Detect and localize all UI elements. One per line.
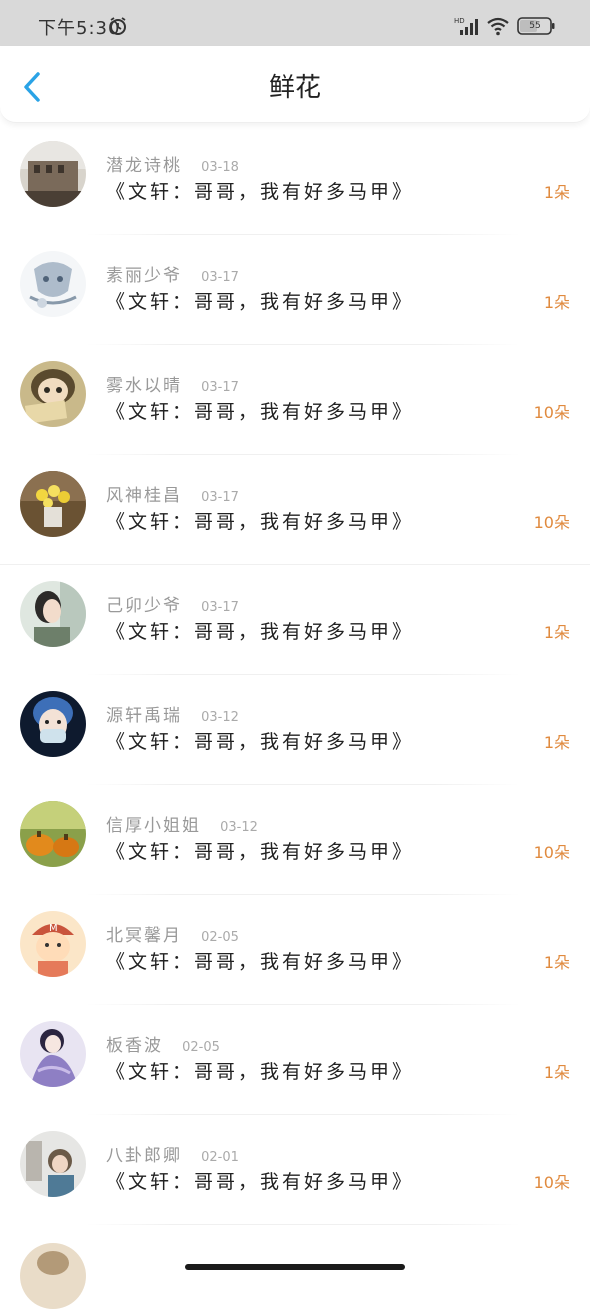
flower-count: 1朵 — [543, 1063, 570, 1082]
avatar[interactable]: M — [20, 911, 86, 977]
flower-count: 1朵 — [543, 623, 570, 642]
flower-list: 潜龙诗桃 03-18 《文轩：哥哥，我有好多马甲》 1朵 素丽少爷 03-17 … — [0, 125, 590, 1225]
item-meta: 素丽少爷 03-17 — [106, 261, 239, 286]
list-item[interactable]: 板香波 02-05 《文轩：哥哥，我有好多马甲》 1朵 — [0, 1005, 590, 1115]
username[interactable]: 己卯少爷 — [106, 596, 182, 616]
flower-count: 10朵 — [533, 513, 570, 532]
list-item[interactable]: 雾水以晴 03-17 《文轩：哥哥，我有好多马甲》 10朵 — [0, 345, 590, 455]
avatar[interactable] — [20, 361, 86, 427]
divider — [86, 1224, 520, 1225]
date: 03-18 — [201, 160, 239, 175]
page-title: 鲜花 — [268, 73, 321, 103]
username[interactable]: 素丽少爷 — [106, 266, 182, 286]
date: 03-12 — [220, 820, 258, 835]
list-item[interactable]: 风神桂昌 03-17 《文轩：哥哥，我有好多马甲》 10朵 — [0, 455, 590, 565]
username[interactable]: 八卦郎卿 — [106, 1146, 182, 1166]
book-title[interactable]: 《文轩：哥哥，我有好多马甲》 — [106, 177, 414, 204]
username[interactable]: 北冥馨月 — [106, 926, 182, 946]
avatar[interactable] — [20, 691, 86, 757]
flower-count: 10朵 — [533, 843, 570, 862]
flower-count: 1朵 — [543, 953, 570, 972]
list-item[interactable]: M 北冥馨月 02-05 《文轩：哥哥，我有好多马甲》 1朵 — [0, 895, 590, 1005]
username[interactable]: 雾水以晴 — [106, 376, 182, 396]
item-meta: 己卯少爷 03-17 — [106, 591, 239, 616]
book-title[interactable]: 《文轩：哥哥，我有好多马甲》 — [106, 1057, 414, 1084]
book-title[interactable]: 《文轩：哥哥，我有好多马甲》 — [106, 617, 414, 644]
battery-level: 55 — [529, 21, 541, 31]
item-meta: 北冥馨月 02-05 — [106, 921, 239, 946]
date: 02-05 — [182, 1040, 220, 1055]
svg-text:HD: HD — [454, 17, 465, 25]
username[interactable]: 板香波 — [106, 1036, 163, 1056]
book-title[interactable]: 《文轩：哥哥，我有好多马甲》 — [106, 947, 414, 974]
book-title[interactable]: 《文轩：哥哥，我有好多马甲》 — [106, 397, 414, 424]
item-meta: 信厚小姐姐 03-12 — [106, 811, 258, 836]
signal-icon: HD — [454, 17, 478, 35]
date: 03-12 — [201, 710, 239, 725]
flower-count: 1朵 — [543, 293, 570, 312]
avatar[interactable] — [20, 1243, 86, 1309]
flower-count: 1朵 — [543, 733, 570, 752]
status-bar: 下午5:30 HD 55 — [0, 0, 590, 46]
date: 03-17 — [201, 270, 239, 285]
item-meta: 潜龙诗桃 03-18 — [106, 151, 239, 176]
avatar[interactable] — [20, 1021, 86, 1087]
back-button[interactable] — [18, 70, 48, 104]
item-meta: 板香波 02-05 — [106, 1031, 220, 1056]
date: 02-01 — [201, 1150, 239, 1165]
item-meta: 风神桂昌 03-17 — [106, 481, 239, 506]
chevron-left-icon — [24, 72, 40, 102]
wifi-icon — [487, 17, 509, 36]
alarm-icon — [110, 17, 126, 35]
item-meta: 八卦郎卿 02-01 — [106, 1141, 239, 1166]
username[interactable]: 源轩禹瑞 — [106, 706, 182, 726]
book-title[interactable]: 《文轩：哥哥，我有好多马甲》 — [106, 727, 414, 754]
date: 03-17 — [201, 380, 239, 395]
flower-count: 1朵 — [543, 183, 570, 202]
list-item[interactable]: 潜龙诗桃 03-18 《文轩：哥哥，我有好多马甲》 1朵 — [0, 125, 590, 235]
list-item[interactable]: 源轩禹瑞 03-12 《文轩：哥哥，我有好多马甲》 1朵 — [0, 675, 590, 785]
list-item[interactable]: 己卯少爷 03-17 《文轩：哥哥，我有好多马甲》 1朵 — [0, 565, 590, 675]
date: 03-17 — [201, 490, 239, 505]
avatar[interactable] — [20, 1131, 86, 1197]
list-item[interactable]: 素丽少爷 03-17 《文轩：哥哥，我有好多马甲》 1朵 — [0, 235, 590, 345]
username[interactable]: 信厚小姐姐 — [106, 816, 201, 836]
list-item[interactable]: 信厚小姐姐 03-12 《文轩：哥哥，我有好多马甲》 10朵 — [0, 785, 590, 895]
flower-count: 10朵 — [533, 1173, 570, 1192]
flower-count: 10朵 — [533, 403, 570, 422]
header-bar: 鲜花 — [0, 46, 590, 123]
avatar[interactable] — [20, 141, 86, 207]
book-title[interactable]: 《文轩：哥哥，我有好多马甲》 — [106, 1167, 414, 1194]
book-title[interactable]: 《文轩：哥哥，我有好多马甲》 — [106, 507, 414, 534]
username[interactable]: 潜龙诗桃 — [106, 156, 182, 176]
avatar[interactable] — [20, 471, 86, 537]
book-title[interactable]: 《文轩：哥哥，我有好多马甲》 — [106, 837, 414, 864]
list-item[interactable]: 八卦郎卿 02-01 《文轩：哥哥，我有好多马甲》 10朵 — [0, 1115, 590, 1225]
avatar[interactable] — [20, 801, 86, 867]
date: 02-05 — [201, 930, 239, 945]
date: 03-17 — [201, 600, 239, 615]
home-indicator[interactable] — [185, 1264, 405, 1270]
username[interactable]: 风神桂昌 — [106, 486, 182, 506]
book-title[interactable]: 《文轩：哥哥，我有好多马甲》 — [106, 287, 414, 314]
avatar[interactable] — [20, 581, 86, 647]
item-meta: 源轩禹瑞 03-12 — [106, 701, 239, 726]
avatar[interactable] — [20, 251, 86, 317]
item-meta: 雾水以晴 03-17 — [106, 371, 239, 396]
